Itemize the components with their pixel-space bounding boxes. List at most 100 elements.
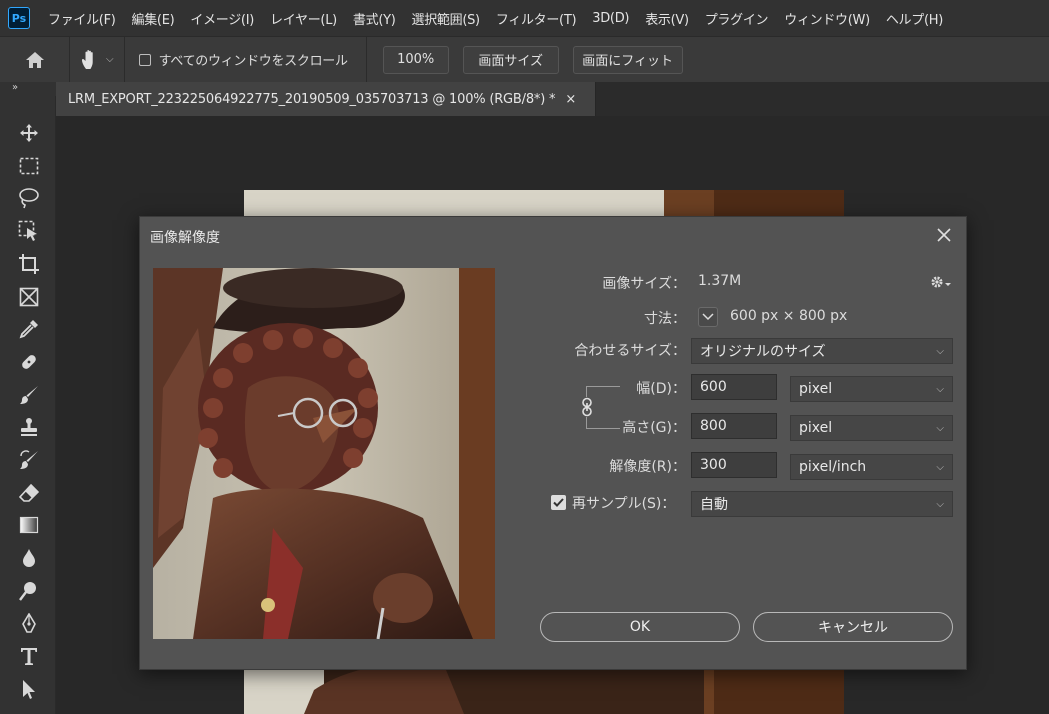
home-icon — [25, 51, 44, 68]
path-selection-tool[interactable] — [16, 676, 42, 702]
document-tab-bar: LRM_EXPORT_223225064922775_20190509_0357… — [56, 82, 1049, 116]
fit-to-value: オリジナルのサイズ — [700, 344, 826, 360]
lasso-icon — [19, 188, 39, 209]
home-button[interactable] — [0, 36, 70, 83]
dodge-tool[interactable] — [16, 578, 42, 604]
fit-to-select[interactable]: オリジナルのサイズ ⌵ — [691, 338, 953, 364]
options-bar: ⌵ すべてのウィンドウをスクロール 100% 画面サイズ 画面にフィット — [0, 36, 1049, 83]
marquee-tool[interactable] — [16, 153, 42, 179]
scroll-all-checkbox[interactable] — [138, 53, 151, 66]
resample-checkbox[interactable] — [551, 495, 566, 510]
resolution-input[interactable] — [691, 452, 777, 478]
eraser-icon — [19, 483, 39, 502]
width-unit-select[interactable]: pixel ⌵ — [790, 376, 953, 402]
object-select-icon — [18, 220, 37, 241]
healing-icon — [22, 355, 36, 369]
document-tab-title: LRM_EXPORT_223225064922775_20190509_0357… — [68, 91, 556, 107]
chevron-down-icon: ⌵ — [936, 422, 944, 434]
chevron-down-icon: ⌵ — [936, 498, 944, 510]
crop-icon — [19, 254, 39, 274]
gear-icon[interactable] — [930, 275, 952, 289]
menu-window[interactable]: ウィンドウ(W) — [776, 9, 878, 28]
statue-preview-image — [153, 268, 495, 639]
clone-stamp-tool[interactable] — [16, 414, 42, 440]
menu-edit[interactable]: 編集(E) — [124, 9, 183, 28]
eraser-tool[interactable] — [16, 480, 42, 506]
resolution-unit-select[interactable]: pixel/inch ⌵ — [790, 454, 953, 480]
tools-panel — [0, 96, 56, 714]
scroll-all-windows-option[interactable]: すべてのウィンドウをスクロール — [138, 50, 348, 69]
move-tool[interactable] — [16, 120, 42, 146]
hand-icon — [82, 49, 93, 69]
chevron-down-icon — [702, 313, 714, 321]
gradient-tool[interactable] — [16, 512, 42, 538]
image-size-label: 画像サイズ： — [602, 276, 686, 292]
width-input[interactable] — [691, 374, 777, 400]
fill-screen-button[interactable]: 画面にフィット — [572, 45, 683, 74]
crop-tool[interactable] — [16, 251, 42, 277]
scroll-all-label: すべてのウィンドウをスクロール — [158, 54, 348, 69]
close-icon[interactable]: × — [565, 92, 576, 107]
pen-icon — [22, 613, 36, 633]
dialog-title: 画像解像度 — [150, 230, 220, 246]
blur-icon — [23, 549, 35, 567]
frame-icon — [19, 287, 39, 307]
chevron-down-icon: ⌵ — [936, 461, 944, 473]
constrain-proportions-toggle[interactable] — [580, 397, 594, 417]
menu-file[interactable]: ファイル(F) — [40, 9, 124, 28]
resolution-unit-value: pixel/inch — [799, 459, 867, 475]
dimensions-value: 600 px × 800 px — [730, 308, 848, 324]
width-label: 幅(D)： — [636, 381, 686, 397]
frame-tool[interactable] — [16, 284, 42, 310]
height-input[interactable] — [691, 413, 777, 439]
height-unit-value: pixel — [799, 420, 833, 436]
fit-screen-button[interactable]: 画面サイズ — [462, 45, 559, 74]
eyedropper-tool[interactable] — [16, 316, 42, 342]
object-select-tool[interactable] — [16, 218, 42, 244]
chevron-down-icon: ⌵ — [106, 54, 114, 65]
panel-collapse-toggle[interactable]: » — [0, 82, 56, 96]
menu-plugins[interactable]: プラグイン — [697, 9, 777, 28]
image-size-dialog: 画像解像度 画像サイズ： 1.37M 寸法： 600 px × 800 px 合… — [139, 216, 967, 670]
menu-type[interactable]: 書式(Y) — [345, 9, 404, 28]
history-brush-tool[interactable] — [16, 447, 42, 473]
zoom-100-button[interactable]: 100% — [382, 45, 449, 74]
dimensions-label: 寸法： — [644, 311, 686, 327]
path-select-icon — [23, 680, 35, 699]
photoshop-logo[interactable]: Ps — [8, 7, 30, 29]
menu-layer[interactable]: レイヤー(L) — [262, 9, 345, 28]
chevron-down-icon: ⌵ — [936, 383, 944, 395]
height-unit-select[interactable]: pixel ⌵ — [790, 415, 953, 441]
marquee-icon — [19, 157, 39, 175]
type-icon — [21, 648, 37, 665]
menu-image[interactable]: イメージ(I) — [182, 9, 262, 28]
cancel-button[interactable]: キャンセル — [753, 612, 953, 642]
image-size-value: 1.37M — [698, 273, 742, 289]
gradient-icon — [19, 516, 39, 534]
resample-method-value: 自動 — [700, 497, 728, 513]
dimensions-toggle[interactable] — [698, 307, 718, 327]
brush-tool[interactable] — [16, 382, 42, 408]
type-tool[interactable] — [16, 643, 42, 669]
document-tab[interactable]: LRM_EXPORT_223225064922775_20190509_0357… — [56, 82, 596, 116]
healing-brush-tool[interactable] — [16, 349, 42, 375]
pen-tool[interactable] — [16, 610, 42, 636]
brush-icon — [20, 386, 38, 404]
blur-tool[interactable] — [16, 545, 42, 571]
menu-select[interactable]: 選択範囲(S) — [404, 9, 488, 28]
ok-button[interactable]: OK — [540, 612, 740, 642]
stamp-icon — [21, 418, 37, 436]
resample-method-select[interactable]: 自動 ⌵ — [691, 491, 953, 517]
lasso-tool[interactable] — [16, 185, 42, 211]
menu-help[interactable]: ヘルプ(H) — [878, 9, 951, 28]
menu-view[interactable]: 表示(V) — [637, 9, 697, 28]
image-preview[interactable] — [153, 268, 495, 639]
dialog-close-button[interactable] — [934, 225, 954, 245]
dodge-icon — [19, 582, 36, 601]
height-label: 高さ(G)： — [622, 420, 686, 436]
history-brush-icon — [20, 450, 38, 469]
close-icon — [937, 228, 951, 242]
menu-filter[interactable]: フィルター(T) — [488, 9, 584, 28]
tool-preset-picker[interactable]: ⌵ — [70, 36, 125, 83]
menu-3d[interactable]: 3D(D) — [584, 11, 637, 26]
